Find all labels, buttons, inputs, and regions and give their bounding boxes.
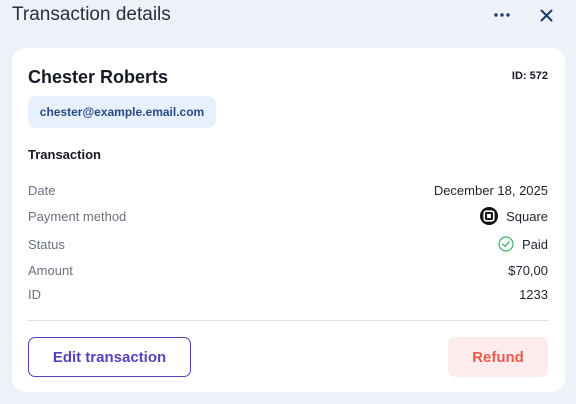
transaction-card: Chester Roberts ID: 572 chester@example.…: [12, 48, 565, 392]
check-circle-icon: [498, 236, 514, 252]
customer-id: ID: 572: [511, 70, 548, 82]
detail-row-date: Date December 18, 2025: [28, 180, 548, 200]
square-logo-icon: [480, 207, 499, 225]
customer-email-chip[interactable]: chester@example.email.com: [28, 96, 216, 128]
detail-row-status: Status Paid: [28, 234, 548, 254]
detail-row-id: ID 1233: [28, 284, 548, 304]
amount-value: $70,00: [508, 262, 548, 278]
detail-value: Square: [480, 207, 548, 225]
detail-value: December 18, 2025: [434, 183, 548, 198]
divider: [28, 320, 548, 321]
transaction-id-value: 1233: [519, 286, 548, 302]
refund-button[interactable]: Refund: [448, 337, 548, 377]
more-horizontal-icon: [493, 12, 511, 18]
close-button[interactable]: [534, 4, 558, 26]
more-options-button[interactable]: [490, 4, 514, 26]
date-value: December 18, 2025: [433, 182, 548, 198]
detail-value: $70,00: [508, 263, 548, 278]
close-icon: [540, 9, 553, 22]
panel-title: Transaction details: [12, 4, 171, 25]
panel-header: Transaction details: [0, 0, 576, 32]
detail-label: Status: [28, 236, 65, 252]
section-title-transaction: Transaction: [28, 147, 101, 162]
detail-label: ID: [28, 286, 41, 302]
detail-label: Amount: [28, 262, 73, 278]
detail-row-payment-method: Payment method Square: [28, 206, 548, 226]
detail-value: Paid: [498, 236, 548, 252]
payment-method-value: Square: [506, 208, 548, 224]
detail-row-amount: Amount $70,00: [28, 260, 548, 280]
detail-label: Payment method: [28, 208, 127, 224]
detail-value: 1233: [519, 287, 548, 302]
detail-label: Date: [28, 182, 56, 198]
customer-name: Chester Roberts: [28, 67, 169, 87]
edit-transaction-button[interactable]: Edit transaction: [28, 337, 191, 377]
status-value: Paid: [521, 236, 548, 252]
